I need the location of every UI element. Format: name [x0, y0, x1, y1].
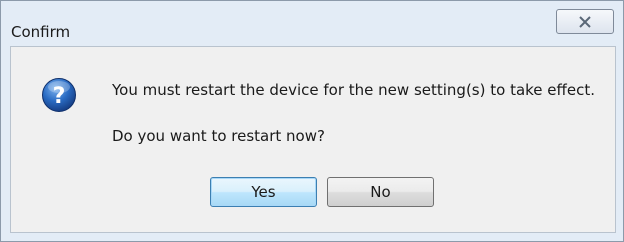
no-button[interactable]: No — [327, 177, 434, 207]
question-icon: ? — [42, 78, 76, 112]
confirm-dialog-window: Confirm ? You must restart the device fo… — [0, 0, 624, 242]
yes-button[interactable]: Yes — [210, 177, 317, 207]
title-bar[interactable]: Confirm — [1, 1, 623, 45]
window-title: Confirm — [11, 23, 71, 41]
dialog-prompt: Do you want to restart now? — [112, 127, 325, 145]
dialog-message: You must restart the device for the new … — [112, 81, 595, 99]
svg-text:?: ? — [53, 84, 66, 109]
dialog-content: ? You must restart the device for the ne… — [10, 46, 616, 233]
close-button[interactable] — [556, 9, 614, 34]
close-icon — [579, 15, 591, 28]
